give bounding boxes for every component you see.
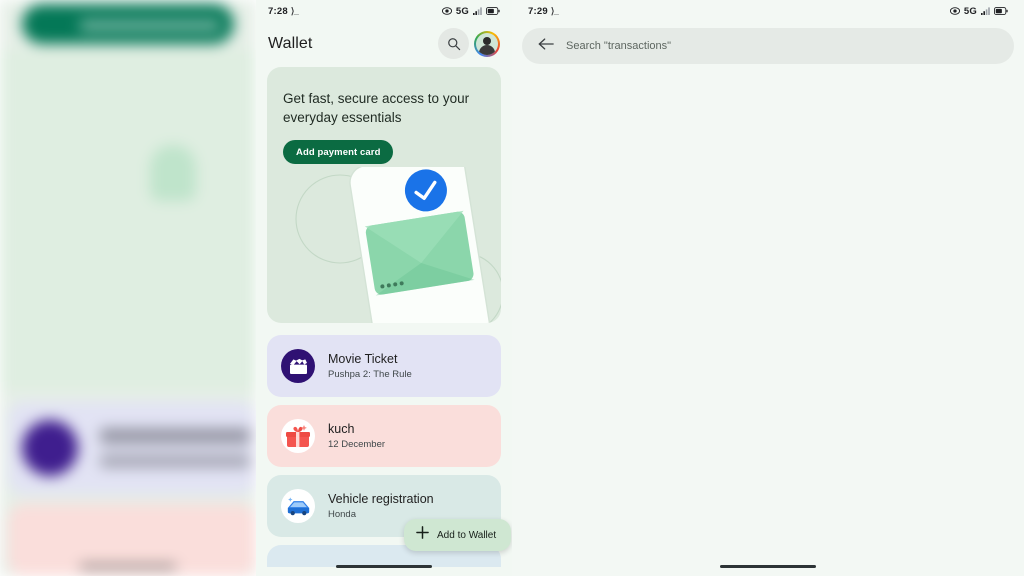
list-item-title: Movie Ticket <box>328 351 398 366</box>
list-item-title: kuch <box>328 421 355 436</box>
status-bar-right: 5G <box>441 5 500 17</box>
avatar-head <box>483 36 491 45</box>
battery-icon <box>994 7 1008 15</box>
screenshot-stage: 7:28 ⟩_ 5G Wallet Get fast, secure acces… <box>0 0 1024 576</box>
promo-hero-card[interactable]: Get fast, secure access to your everyday… <box>267 67 501 323</box>
status-bar-time: 7:29 <box>528 5 548 17</box>
add-to-wallet-label: Add to Wallet <box>437 529 497 541</box>
search-screen-panel: 7:29 ⟩_ 5G Search "transactions" <box>512 0 1024 576</box>
ghost-shield-icon <box>150 145 196 201</box>
vpn-eye-icon <box>949 7 960 15</box>
network-type-label: 5G <box>455 5 469 17</box>
list-item-title: Vehicle registration <box>328 491 434 506</box>
status-bar-left: 7:28 ⟩_ <box>268 5 299 17</box>
ghost-movie-clapperboard-icon <box>22 420 78 476</box>
status-bar-time: 7:28 <box>268 5 288 17</box>
list-item-text: Vehicle registration Honda <box>328 492 434 521</box>
list-item-subtitle: Pushpa 2: The Rule <box>328 368 412 380</box>
list-item[interactable]: Movie Ticket Pushpa 2: The Rule <box>267 335 501 397</box>
car-icon <box>281 489 315 523</box>
vpn-eye-icon <box>441 7 452 15</box>
ghost-pass-title <box>100 428 250 444</box>
search-input[interactable]: Search "transactions" <box>522 28 1014 64</box>
avatar-body <box>479 44 495 55</box>
add-payment-card-button[interactable]: Add payment card <box>283 140 394 164</box>
list-item-text: Movie Ticket Pushpa 2: The Rule <box>328 352 412 381</box>
page-title: Wallet <box>268 34 313 52</box>
movie-clapperboard-icon <box>281 349 315 383</box>
back-arrow-icon[interactable] <box>538 37 554 56</box>
search-placeholder-text: Search "transactions" <box>566 40 672 52</box>
status-bar: 7:28 ⟩_ 5G <box>256 0 512 22</box>
search-icon[interactable] <box>438 28 469 59</box>
gesture-nav-bar[interactable] <box>720 564 816 568</box>
network-type-label: 5G <box>963 5 977 17</box>
status-bar-left: 7:29 ⟩_ <box>528 5 559 17</box>
battery-icon <box>486 7 500 15</box>
gesture-nav-bar[interactable] <box>336 564 432 568</box>
ghost-pass-subtitle <box>100 454 250 468</box>
signal-bars-icon <box>981 7 990 15</box>
avatar-image <box>476 32 498 55</box>
ghost-gesture-bar <box>80 564 176 568</box>
promo-illustration <box>267 152 501 323</box>
status-bar-right: 5G <box>949 5 1008 17</box>
blurred-background-panel <box>0 0 256 576</box>
search-bar-container: Search "transactions" <box>512 22 1024 64</box>
add-to-wallet-button[interactable]: Add to Wallet <box>404 519 512 551</box>
header-actions <box>438 28 500 59</box>
ghost-green-button <box>22 4 234 44</box>
ghost-button-label <box>80 20 220 31</box>
list-item-subtitle: 12 December <box>328 438 386 450</box>
list-item[interactable]: kuch 12 December <box>267 405 501 467</box>
gift-icon <box>281 419 315 453</box>
signal-bars-icon <box>473 7 482 15</box>
wallet-header: Wallet <box>256 22 512 67</box>
list-item-text: kuch 12 December <box>328 422 385 451</box>
plus-icon <box>416 526 429 544</box>
wallet-screen-panel: 7:28 ⟩_ 5G Wallet Get fast, secure acces… <box>256 0 512 576</box>
avatar[interactable] <box>474 30 500 57</box>
developer-mode-icon: ⟩_ <box>550 5 559 16</box>
ghost-hero-card <box>0 50 256 390</box>
status-bar: 7:29 ⟩_ 5G <box>512 0 1024 22</box>
promo-headline: Get fast, secure access to your everyday… <box>283 91 470 125</box>
developer-mode-icon: ⟩_ <box>290 5 299 16</box>
